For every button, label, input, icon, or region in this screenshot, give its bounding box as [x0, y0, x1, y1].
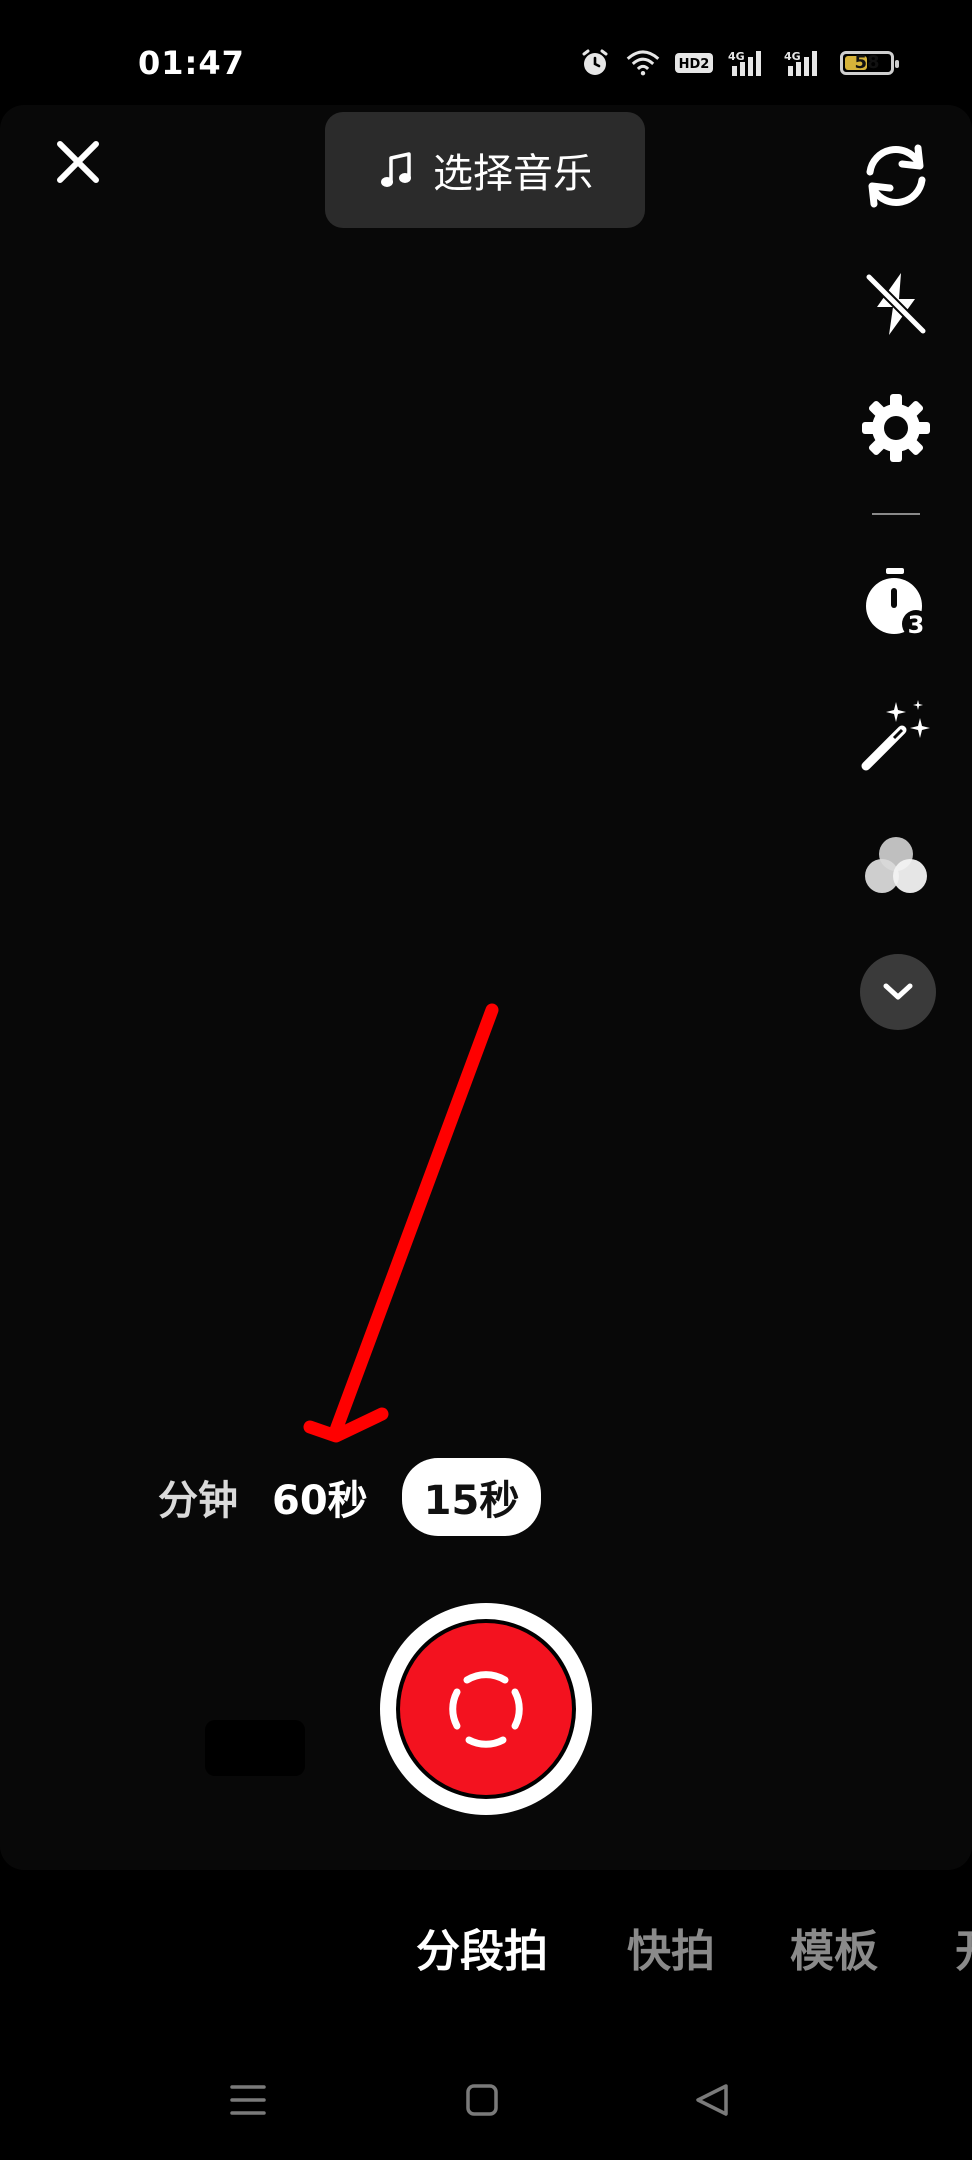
flash-toggle-button[interactable]	[848, 256, 944, 352]
duration-selector: 分钟 60秒 15秒	[150, 1458, 542, 1536]
chevron-down-icon	[883, 983, 913, 1000]
signal-icon: 4G	[784, 46, 826, 80]
settings-button[interactable]	[848, 380, 944, 476]
select-music-label: 选择音乐	[433, 151, 593, 197]
record-button-core	[400, 1623, 572, 1795]
more-tools-button[interactable]	[860, 954, 936, 1030]
nav-menu-button[interactable]	[226, 2078, 270, 2122]
mode-selector: 分段拍 快拍 模板 开	[0, 1915, 972, 1985]
music-note-icon	[381, 152, 411, 187]
flash-off-icon	[864, 272, 928, 336]
record-button-ring	[396, 1619, 576, 1799]
segment-record-icon	[449, 1671, 523, 1748]
dark-patch	[205, 1720, 305, 1776]
signal-icon: 4G	[728, 46, 770, 80]
hd-icon: HD2	[674, 46, 714, 80]
home-icon	[466, 2084, 498, 2116]
battery-level: 58	[854, 52, 880, 73]
filter-button[interactable]	[848, 818, 944, 914]
mode-more[interactable]: 开	[955, 1915, 972, 1979]
status-time: 01:47	[138, 44, 245, 82]
wifi-icon	[626, 46, 660, 80]
status-bar: 01:47 HD2 4G 4G 58	[0, 0, 972, 110]
flip-camera-button[interactable]	[848, 128, 944, 224]
back-icon	[696, 2084, 728, 2116]
beauty-wand-icon	[861, 700, 930, 771]
flip-camera-icon	[866, 144, 926, 208]
close-icon	[57, 141, 99, 183]
alarm-icon	[578, 46, 612, 80]
signal2-label: 4G	[784, 50, 801, 63]
hd-label: HD2	[679, 57, 710, 72]
select-music-button[interactable]: 选择音乐	[325, 112, 645, 228]
mode-segment-shoot[interactable]: 分段拍	[416, 1915, 548, 1979]
settings-gear-icon	[862, 394, 930, 462]
timer-badge: 3	[908, 611, 925, 639]
filter-icon	[865, 837, 927, 893]
timer-icon: 3	[866, 568, 930, 639]
beauty-button[interactable]	[848, 688, 944, 784]
status-icons: HD2 4G 4G 58	[578, 46, 899, 80]
nav-back-button[interactable]	[690, 2078, 734, 2122]
battery-icon: 58	[840, 51, 899, 75]
mode-template[interactable]: 模板	[790, 1915, 878, 1979]
duration-option-60s[interactable]: 60秒	[272, 1468, 368, 1526]
mode-quick-shoot[interactable]: 快拍	[627, 1915, 715, 1979]
record-button[interactable]	[380, 1603, 592, 1815]
duration-option-minutes[interactable]: 分钟	[150, 1468, 238, 1526]
signal1-label: 4G	[728, 50, 745, 63]
toolbar-divider	[872, 513, 920, 515]
timer-button[interactable]: 3	[848, 556, 944, 652]
menu-icon	[230, 2085, 266, 2115]
nav-home-button[interactable]	[460, 2078, 504, 2122]
close-button[interactable]	[54, 138, 102, 186]
duration-option-15s[interactable]: 15秒	[401, 1458, 542, 1536]
system-nav-bar	[0, 2060, 972, 2140]
